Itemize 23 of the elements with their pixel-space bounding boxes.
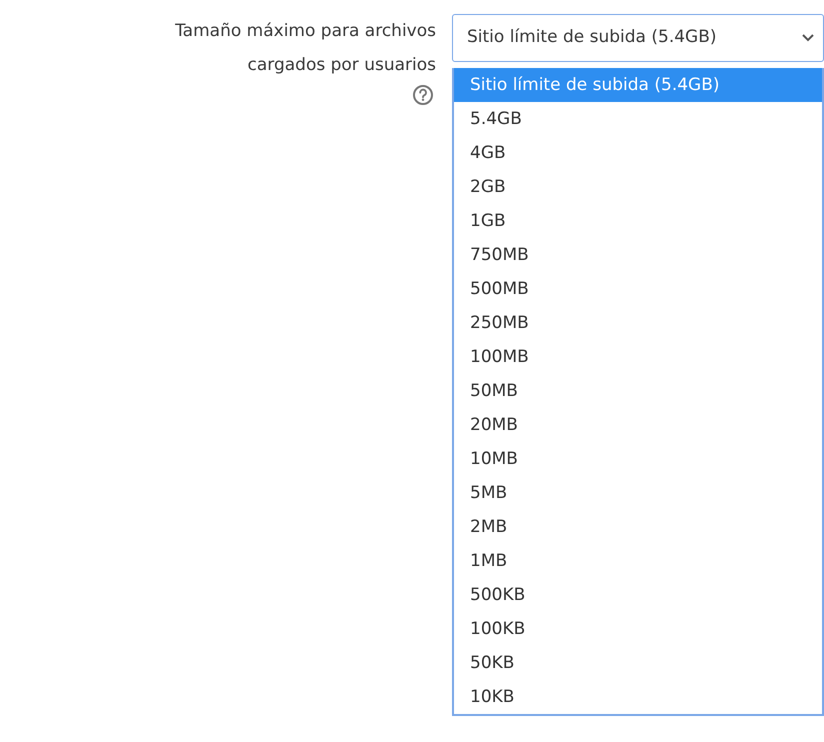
dropdown-option[interactable]: 4GB	[454, 136, 822, 170]
field-label: Tamaño máximo para archivos	[175, 20, 436, 43]
dropdown-option[interactable]: 5.4GB	[454, 102, 822, 136]
dropdown-option[interactable]: 10KB	[454, 680, 822, 714]
dropdown-option[interactable]: 50KB	[454, 646, 822, 680]
help-icon[interactable]	[412, 84, 434, 106]
dropdown-option[interactable]: 500MB	[454, 272, 822, 306]
dropdown-option[interactable]: 2MB	[454, 510, 822, 544]
dropdown-option[interactable]: 10MB	[454, 442, 822, 476]
dropdown-option[interactable]: 750MB	[454, 238, 822, 272]
dropdown-option[interactable]: 1GB	[454, 204, 822, 238]
field-label: cargados por usuarios	[248, 54, 436, 77]
dropdown-option[interactable]: 100KB	[454, 612, 822, 646]
dropdown-option[interactable]: 500KB	[454, 578, 822, 612]
dropdown-option[interactable]: 100MB	[454, 340, 822, 374]
dropdown-option[interactable]: 2GB	[454, 170, 822, 204]
dropdown-option[interactable]: 20MB	[454, 408, 822, 442]
dropdown-option[interactable]: 250MB	[454, 306, 822, 340]
dropdown-option[interactable]: 5MB	[454, 476, 822, 510]
size-select[interactable]: Sitio límite de subida (5.4GB)	[452, 14, 824, 62]
dropdown-option[interactable]: 1MB	[454, 544, 822, 578]
dropdown-option[interactable]: 50MB	[454, 374, 822, 408]
caret-icon	[801, 33, 815, 43]
